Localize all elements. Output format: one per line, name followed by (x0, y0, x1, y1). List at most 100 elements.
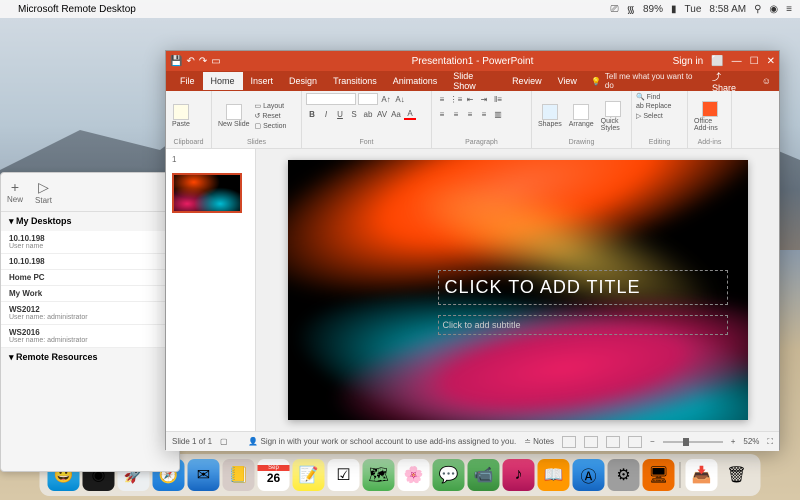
appstore-icon[interactable]: Ⓐ (573, 459, 605, 491)
airplay-icon[interactable]: ⎚ (610, 4, 618, 15)
notes-button[interactable]: ≐ Notes (524, 437, 554, 446)
zoom-out-button[interactable]: − (650, 437, 655, 446)
zoom-level[interactable]: 52% (743, 437, 759, 446)
rd-desktop-item[interactable]: Home PC (1, 270, 179, 286)
subtitle-placeholder[interactable]: Click to add subtitle (438, 315, 728, 335)
preferences-icon[interactable]: ⚙ (608, 459, 640, 491)
tab-animations[interactable]: Animations (385, 72, 446, 90)
columns-button[interactable]: ▥ (492, 108, 504, 120)
tab-review[interactable]: Review (504, 72, 550, 90)
font-size-dropdown[interactable] (358, 93, 378, 105)
wifi-icon[interactable]: ᯾ (626, 2, 635, 16)
underline-button[interactable]: U (334, 108, 346, 120)
day-label[interactable]: Tue (685, 4, 702, 15)
signin-addins-msg[interactable]: 👤 Sign in with your work or school accou… (248, 437, 516, 446)
slide-sorter-view-button[interactable] (584, 436, 598, 448)
emoji-button[interactable]: ☺ (754, 76, 779, 86)
slide-canvas-area[interactable]: CLICK TO ADD TITLE Click to add subtitle (256, 149, 779, 431)
section-button[interactable]: ▢ Section (255, 122, 287, 130)
zoom-slider[interactable] (663, 441, 723, 443)
tab-insert[interactable]: Insert (243, 72, 282, 90)
reading-view-button[interactable] (606, 436, 620, 448)
ribbon-options-icon[interactable]: ⬜ (711, 56, 723, 67)
normal-view-button[interactable] (562, 436, 576, 448)
font-name-dropdown[interactable] (306, 93, 356, 105)
notes-icon[interactable]: 📝 (293, 459, 325, 491)
mail-icon[interactable]: ✉ (188, 459, 220, 491)
slide-thumbnail[interactable] (172, 173, 242, 213)
spell-check-icon[interactable]: ▢ (220, 437, 228, 446)
bullets-button[interactable]: ≡ (436, 93, 448, 105)
slide-counter[interactable]: Slide 1 of 1 (172, 437, 212, 446)
tab-transitions[interactable]: Transitions (325, 72, 385, 90)
rd-desktop-item[interactable]: WS2016User name: administrator (1, 325, 179, 348)
start-from-beginning-icon[interactable]: ▭ (211, 56, 220, 67)
remote-desktop-icon[interactable]: 🖥 (643, 459, 675, 491)
paste-button[interactable]: Paste (170, 102, 192, 130)
bold-button[interactable]: B (306, 108, 318, 120)
decrease-indent-button[interactable]: ⇤ (464, 93, 476, 105)
reminders-icon[interactable]: ☑ (328, 459, 360, 491)
select-button[interactable]: ▷ Select (636, 112, 663, 120)
contacts-icon[interactable]: 📒 (223, 459, 255, 491)
rd-desktop-item[interactable]: My Work (1, 286, 179, 302)
slideshow-view-button[interactable] (628, 436, 642, 448)
maps-icon[interactable]: 🗺 (363, 459, 395, 491)
redo-icon[interactable]: ↷ (199, 56, 207, 67)
photos-icon[interactable]: 🌸 (398, 459, 430, 491)
decrease-font-icon[interactable]: A↓ (394, 93, 406, 105)
downloads-icon[interactable]: 📥 (686, 459, 718, 491)
increase-font-icon[interactable]: A↑ (380, 93, 392, 105)
rd-section-header[interactable]: ▾ My Desktops (1, 212, 179, 231)
quick-styles-button[interactable]: Quick Styles (599, 99, 627, 134)
numbering-button[interactable]: ⋮≡ (450, 93, 462, 105)
battery-percent[interactable]: 89% (643, 4, 663, 15)
signin-link[interactable]: Sign in (673, 56, 704, 67)
messages-icon[interactable]: 💬 (433, 459, 465, 491)
itunes-icon[interactable]: ♪ (503, 459, 535, 491)
close-button[interactable]: ✕ (767, 56, 775, 67)
justify-button[interactable]: ≡ (478, 108, 490, 120)
rd-desktop-item[interactable]: 10.10.198 (1, 254, 179, 270)
save-icon[interactable]: 💾 (170, 56, 182, 67)
find-button[interactable]: 🔍 Find (636, 93, 660, 101)
rd-desktop-item[interactable]: WS2012User name: administrator (1, 302, 179, 325)
rd-desktop-item[interactable]: 10.10.198User name (1, 231, 179, 254)
shapes-button[interactable]: Shapes (536, 102, 564, 130)
align-right-button[interactable]: ≡ (464, 108, 476, 120)
zoom-in-button[interactable]: + (731, 437, 736, 446)
tab-file[interactable]: File (172, 72, 203, 90)
align-left-button[interactable]: ≡ (436, 108, 448, 120)
slide[interactable]: CLICK TO ADD TITLE Click to add subtitle (288, 160, 748, 420)
fit-to-window-button[interactable]: ⛶ (767, 437, 773, 447)
reset-button[interactable]: ↺ Reset (255, 112, 287, 120)
rd-start-button[interactable]: ▷ Start (35, 179, 52, 205)
share-button[interactable]: ⤴ Share (704, 70, 754, 93)
rd-remote-resources-header[interactable]: ▾ Remote Resources (1, 348, 179, 367)
italic-button[interactable]: I (320, 108, 332, 120)
maximize-button[interactable]: ☐ (750, 56, 759, 67)
notification-center-icon[interactable]: ≡ (786, 4, 792, 15)
undo-icon[interactable]: ↶ (186, 56, 194, 67)
strikethrough-button[interactable]: S (348, 108, 360, 120)
tell-me-search[interactable]: 💡 Tell me what you want to do (585, 70, 704, 92)
arrange-button[interactable]: Arrange (567, 102, 596, 130)
battery-icon[interactable]: ▮ (671, 4, 677, 15)
tab-design[interactable]: Design (281, 72, 325, 90)
title-placeholder[interactable]: CLICK TO ADD TITLE (438, 270, 728, 305)
change-case-button[interactable]: Aa (390, 108, 402, 120)
layout-button[interactable]: ▭ Layout (255, 102, 287, 110)
minimize-button[interactable]: — (732, 56, 742, 67)
calendar-icon[interactable]: Sep26 (258, 459, 290, 491)
font-color-button[interactable]: A (404, 108, 416, 120)
increase-indent-button[interactable]: ⇥ (478, 93, 490, 105)
character-spacing-button[interactable]: AV (376, 108, 388, 120)
facetime-icon[interactable]: 📹 (468, 459, 500, 491)
align-center-button[interactable]: ≡ (450, 108, 462, 120)
app-name[interactable]: Microsoft Remote Desktop (18, 4, 136, 15)
replace-button[interactable]: ab Replace (636, 103, 671, 110)
trash-icon[interactable]: 🗑 (721, 459, 753, 491)
line-spacing-button[interactable]: ‖≡ (492, 93, 504, 105)
office-addins-button[interactable]: Office Add-ins (692, 99, 727, 134)
time-label[interactable]: 8:58 AM (709, 4, 746, 15)
